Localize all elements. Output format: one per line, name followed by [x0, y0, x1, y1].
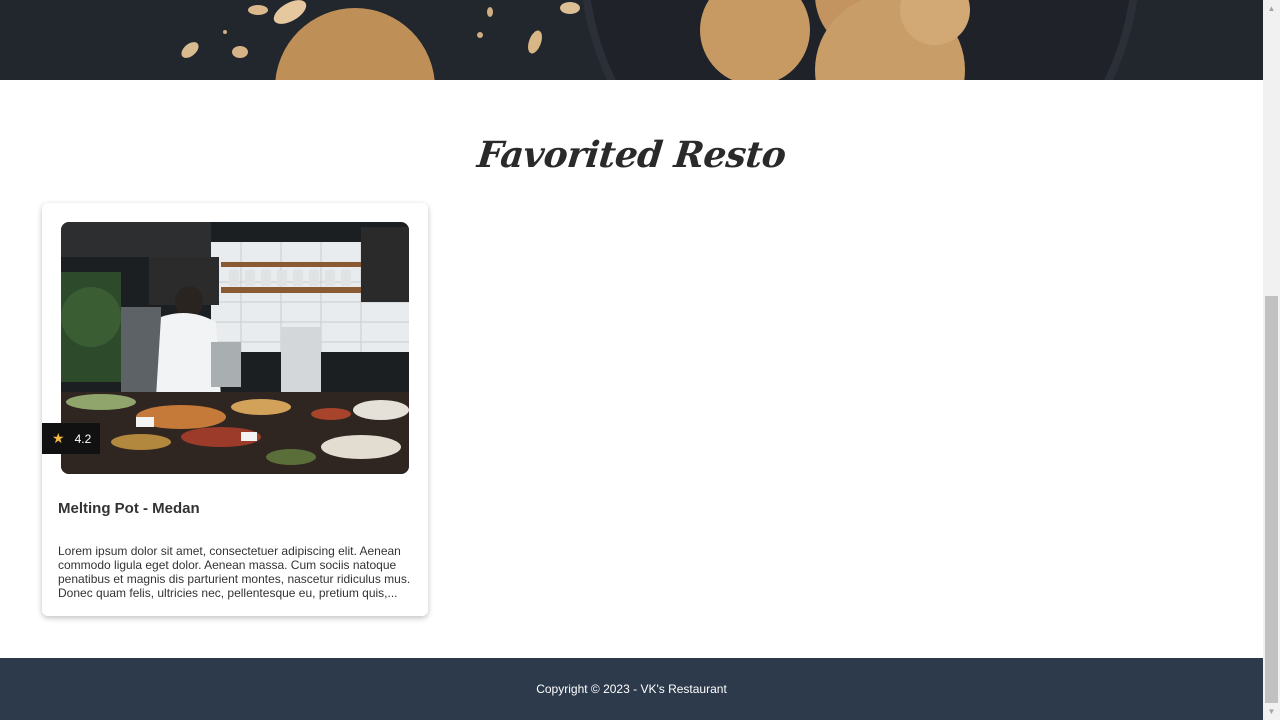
scroll-thumb[interactable]	[1265, 296, 1278, 703]
copyright-text: Copyright © 2023 - VK's Restaurant	[536, 682, 727, 696]
footer: Copyright © 2023 - VK's Restaurant	[0, 658, 1263, 720]
restaurant-description: Lorem ipsum dolor sit amet, consectetuer…	[58, 544, 411, 600]
rating-value: 4.2	[74, 431, 92, 446]
page-scrollbar[interactable]: ▲ ▼	[1263, 0, 1280, 720]
section-title: Favorited Resto	[475, 134, 788, 176]
restaurant-card[interactable]: ★ 4.2 Melting Pot - Medan Lorem ipsum do…	[42, 203, 428, 616]
star-icon: ★	[52, 430, 65, 446]
scroll-up-arrow-icon[interactable]: ▲	[1263, 0, 1280, 17]
rating-badge: ★ 4.2	[42, 423, 100, 454]
restaurant-image[interactable]	[61, 222, 409, 474]
page: Favorited Resto ★ 4.2 Melting Pot - Meda…	[0, 0, 1263, 720]
scroll-down-arrow-icon[interactable]: ▼	[1263, 703, 1280, 720]
hero-image	[0, 0, 1263, 80]
restaurant-name[interactable]: Melting Pot - Medan	[58, 500, 200, 517]
